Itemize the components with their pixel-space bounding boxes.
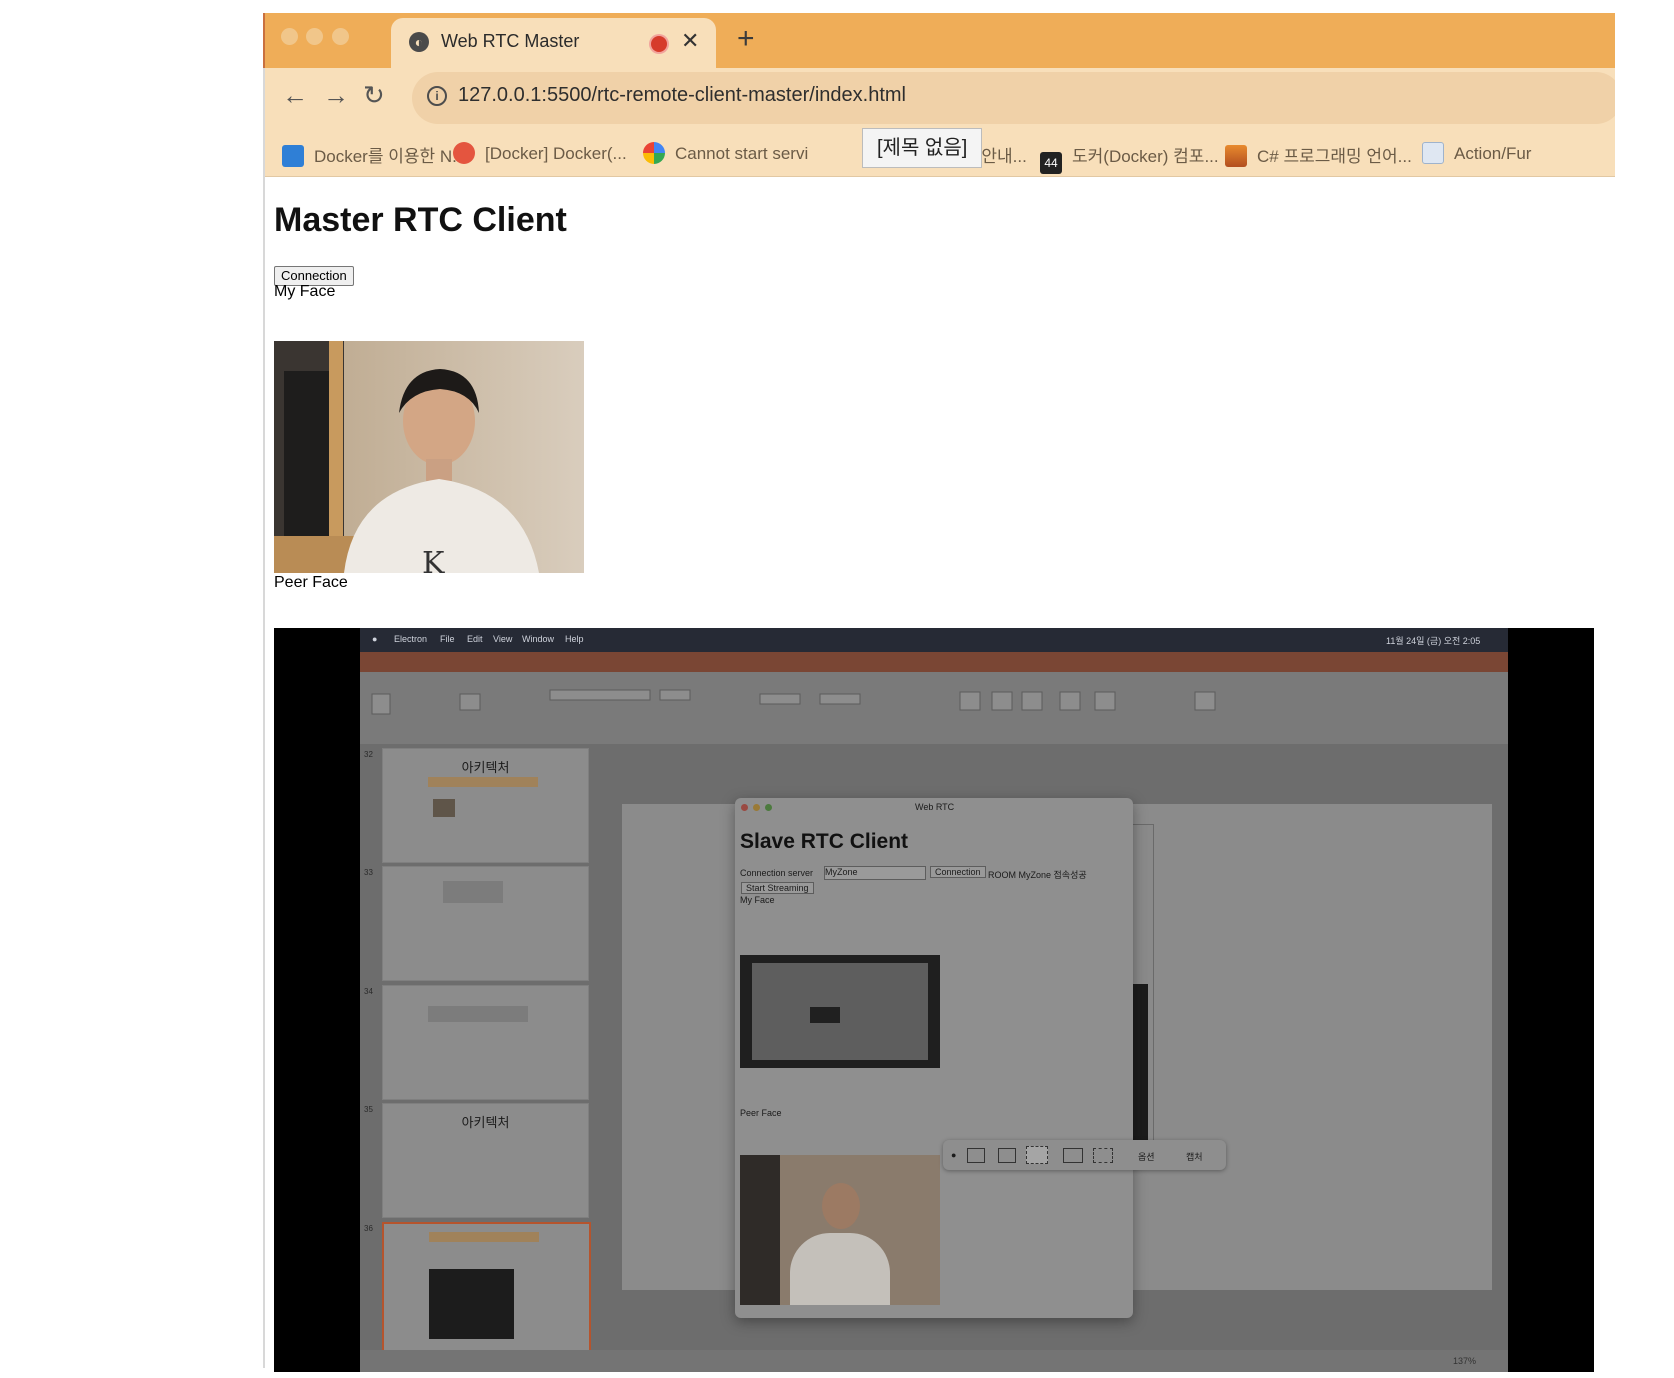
- ribbon-controls: [371, 689, 1216, 715]
- slide-thumbnail[interactable]: [382, 866, 589, 981]
- mac-menubar: ● Electron File Edit View Window Help 11…: [360, 628, 1508, 652]
- bookmark-label: 도커(Docker) 컴포...: [1072, 147, 1219, 166]
- recording-indicator-icon: [651, 36, 667, 52]
- address-bar[interactable]: i 127.0.0.1:5500/rtc-remote-client-maste…: [412, 72, 1615, 124]
- capture-selection-icon[interactable]: [1026, 1146, 1048, 1164]
- bookmark-item[interactable]: Cannot start servi: [643, 142, 808, 164]
- bookmark-item[interactable]: Action/Fur: [1422, 142, 1531, 164]
- capture-button[interactable]: 캡처: [1186, 1150, 1203, 1163]
- capture-options-button[interactable]: 옵션: [1138, 1150, 1155, 1163]
- globe-icon: ◐: [409, 32, 429, 52]
- tab-title: Web RTC Master: [441, 31, 580, 51]
- svg-text:K: K: [422, 546, 445, 573]
- browser-toolbar: ← → ↻ i 127.0.0.1:5500/rtc-remote-client…: [265, 68, 1615, 176]
- menu-item: View: [493, 634, 513, 644]
- bookmark-label: Docker를 이용한 N...: [314, 147, 467, 166]
- bookmark-label: Action/Fur: [1454, 144, 1532, 163]
- page-title: Master RTC Client: [274, 201, 567, 239]
- record-screen-icon[interactable]: [1063, 1148, 1083, 1163]
- bookmark-item[interactable]: 44 도커(Docker) 컴포...: [1040, 142, 1219, 174]
- zoom-level: 137%: [1453, 1356, 1477, 1366]
- menu-item: File: [440, 634, 455, 644]
- slide-thumbnail-title: 아키텍처: [461, 1115, 510, 1130]
- tooltip: [제목 없음]: [862, 128, 983, 168]
- slave-peer-face-label: Peer Face: [740, 1108, 782, 1118]
- page-content: Master RTC Client Connection My Face K P…: [265, 177, 1615, 1378]
- back-icon[interactable]: ←: [282, 80, 308, 111]
- powerpoint-statusbar: 137%: [360, 1350, 1508, 1372]
- slide-thumbnail-title: 아키텍처: [461, 760, 510, 775]
- browser-window: ◐ Web RTC Master ✕ + ← → ↻ i 127.0.0.1:5…: [265, 13, 1615, 1378]
- new-tab-button[interactable]: +: [737, 22, 755, 56]
- slide-number: 32: [364, 750, 373, 759]
- record-selection-icon[interactable]: [1093, 1148, 1113, 1163]
- close-capture-icon[interactable]: ●: [951, 1150, 956, 1160]
- photo-icon: [1225, 145, 1247, 167]
- slave-window-title: Web RTC: [915, 802, 955, 812]
- bookmark-label: Cannot start servi: [675, 144, 809, 163]
- tab-bar: ◐ Web RTC Master ✕ +: [265, 13, 1615, 68]
- maximize-window-button[interactable]: [332, 28, 349, 45]
- slave-connection-button[interactable]: Connection: [930, 866, 986, 878]
- my-face-video: K: [274, 341, 584, 573]
- menu-item: Electron: [394, 634, 428, 644]
- google-icon: [643, 142, 665, 164]
- menu-item: Help: [565, 634, 584, 644]
- powerpoint-titlebar: [360, 652, 1508, 672]
- capture-window-icon[interactable]: [998, 1148, 1016, 1163]
- info-icon[interactable]: i: [427, 86, 447, 106]
- slide-thumbnail[interactable]: [382, 985, 589, 1100]
- velog-icon: [453, 142, 475, 164]
- slide-thumbnail[interactable]: 아키텍처: [382, 748, 589, 863]
- menubar-clock: 11월 24일 (금) 오전 2:05: [1386, 636, 1481, 646]
- apple-icon: ●: [372, 634, 378, 644]
- room-status: ROOM MyZone 접속성공: [988, 870, 1087, 880]
- doc-icon: [1422, 142, 1444, 164]
- maximize-window-button[interactable]: [765, 804, 772, 811]
- tab-web-rtc-master[interactable]: ◐ Web RTC Master ✕: [391, 18, 716, 68]
- capture-screen-icon[interactable]: [967, 1148, 985, 1163]
- menu-item: Edit: [467, 634, 483, 644]
- close-window-button[interactable]: [281, 28, 298, 45]
- bookmark-label: [Docker] Docker(...: [485, 144, 627, 163]
- server-input[interactable]: MyZone: [824, 866, 926, 880]
- slave-my-face-video: [740, 955, 940, 1068]
- minimize-window-button[interactable]: [753, 804, 760, 811]
- url-text: 127.0.0.1:5500/rtc-remote-client-master/…: [458, 84, 906, 106]
- slide-number: 33: [364, 868, 373, 877]
- 44-icon: 44: [1040, 152, 1062, 174]
- slide-thumbnail[interactable]: 아키텍처: [382, 1103, 589, 1218]
- screenshot-toolbar: ● 옵션 캡처: [943, 1140, 1226, 1170]
- bookmark-label: C# 프로그래밍 언어...: [1257, 147, 1412, 166]
- start-streaming-button[interactable]: Start Streaming: [741, 882, 814, 894]
- bookmark-item[interactable]: Docker를 이용한 N...: [282, 142, 466, 167]
- close-tab-icon[interactable]: ✕: [681, 28, 699, 54]
- webcam-frame: K: [274, 341, 584, 573]
- slide-thumbnail-selected[interactable]: [382, 1222, 591, 1356]
- bookmark-item[interactable]: [Docker] Docker(...: [453, 142, 627, 164]
- powerpoint-ribbon: [360, 672, 1508, 744]
- peer-face-label: Peer Face: [274, 574, 348, 591]
- forward-icon[interactable]: →: [323, 80, 349, 111]
- bookmark-item[interactable]: C# 프로그래밍 언어...: [1225, 142, 1412, 167]
- close-window-button[interactable]: [741, 804, 748, 811]
- server-label: Connection server: [740, 868, 814, 878]
- peer-face-video: ● Electron File Edit View Window Help 11…: [274, 628, 1594, 1372]
- reload-icon[interactable]: ↻: [363, 80, 385, 111]
- slide-number: 34: [364, 987, 373, 996]
- slave-rtc-window: Web RTC Slave RTC Client Connection serv…: [735, 798, 1133, 1318]
- minimize-window-button[interactable]: [306, 28, 323, 45]
- slide-number: 36: [364, 1224, 373, 1233]
- slide-number: 35: [364, 1105, 373, 1114]
- slave-my-face-label: My Face: [740, 895, 775, 905]
- shared-screen: ● Electron File Edit View Window Help 11…: [360, 628, 1508, 1372]
- dale-icon: [282, 145, 304, 167]
- slave-title: Slave RTC Client: [740, 830, 909, 853]
- my-face-label: My Face: [274, 283, 336, 300]
- menu-item: Window: [522, 634, 555, 644]
- slave-peer-face-video: [740, 1155, 940, 1305]
